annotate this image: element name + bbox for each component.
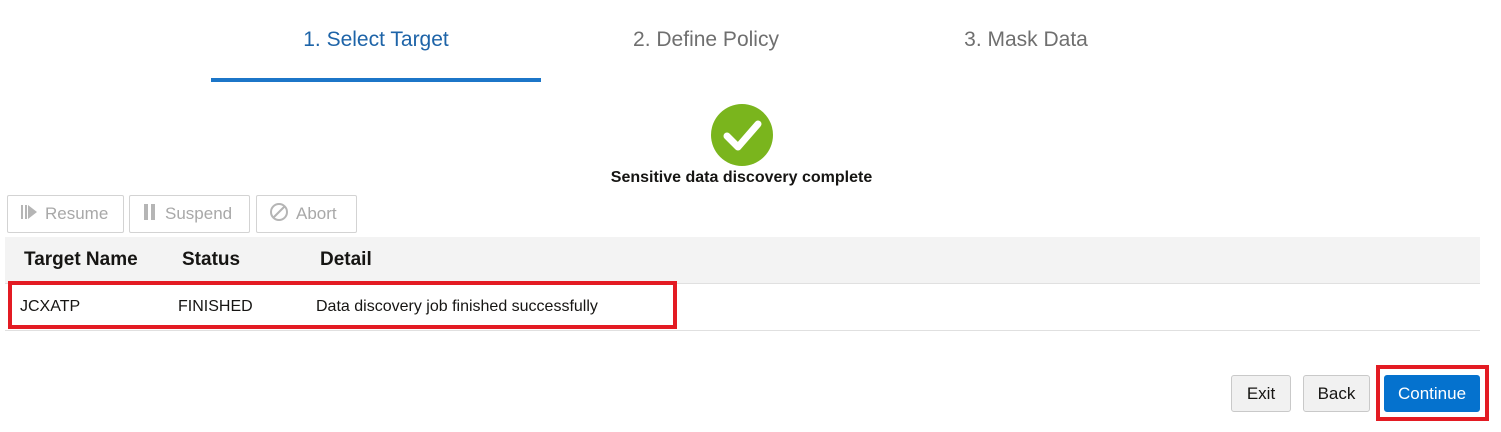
exit-button[interactable]: Exit xyxy=(1231,375,1291,412)
prohibited-icon xyxy=(269,202,289,227)
resume-label: Resume xyxy=(45,204,109,223)
suspend-label: Suspend xyxy=(165,204,233,223)
table-row[interactable]: JCXATP FINISHED Data discovery job finis… xyxy=(5,284,1480,331)
back-button[interactable]: Back xyxy=(1303,375,1370,412)
abort-label: Abort xyxy=(296,204,337,223)
suspend-button[interactable]: Suspend xyxy=(129,195,250,233)
column-header-target-name[interactable]: Target Name xyxy=(24,249,138,271)
check-circle-icon xyxy=(711,104,773,166)
wizard-steps: 1. Select Target 2. Define Policy 3. Mas… xyxy=(0,0,1501,82)
pause-icon xyxy=(142,203,158,226)
step-define-policy[interactable]: 2. Define Policy xyxy=(541,0,871,82)
cell-detail: Data discovery job finished successfully xyxy=(316,298,598,315)
table-header: Target Name Status Detail xyxy=(5,237,1480,284)
resume-button[interactable]: Resume xyxy=(7,195,124,233)
continue-button[interactable]: Continue xyxy=(1384,375,1480,412)
discovery-results-table: Target Name Status Detail JCXATP FINISHE… xyxy=(5,237,1480,331)
step-mask-data[interactable]: 3. Mask Data xyxy=(871,0,1181,82)
status-message: Sensitive data discovery complete xyxy=(610,169,873,186)
abort-button[interactable]: Abort xyxy=(256,195,357,233)
cell-target-name: JCXATP xyxy=(20,298,81,315)
cell-status: FINISHED xyxy=(178,298,253,315)
resume-icon xyxy=(20,203,38,226)
column-header-status[interactable]: Status xyxy=(182,249,240,271)
step-select-target[interactable]: 1. Select Target xyxy=(211,0,541,82)
data-masking-wizard: 1. Select Target 2. Define Policy 3. Mas… xyxy=(0,0,1501,432)
column-header-detail[interactable]: Detail xyxy=(320,249,372,271)
